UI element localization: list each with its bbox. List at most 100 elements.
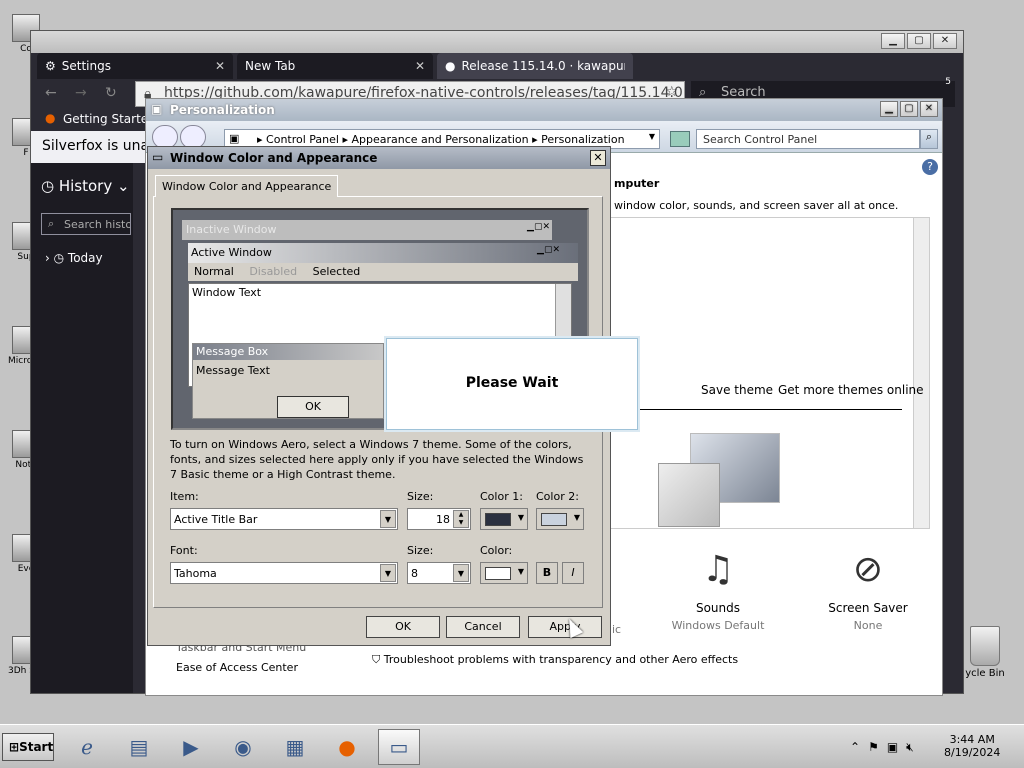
preview-active-window[interactable]: Active Window ▁▢✕ [188,243,578,263]
forward-icon[interactable]: → [75,85,87,101]
taskbar-firefox[interactable]: ● [326,729,368,765]
windows-logo-icon: ⊞ [9,740,20,754]
preview-menu: Normal Disabled Selected [188,263,578,281]
github-icon: ● [445,59,456,73]
preview-menu-disabled[interactable]: Disabled [249,265,297,278]
tab-new-tab[interactable]: New Tab ✕ [237,53,433,79]
music-notes-icon: ♫ [701,549,735,590]
search-icon: ⌕ [48,217,55,230]
close-tab-icon[interactable]: ✕ [215,59,225,73]
cancel-button[interactable]: Cancel [446,616,520,638]
chevron-right-icon: › [45,251,54,265]
size-label: Size: [407,490,434,503]
folder-icon: ▤ [129,735,149,759]
spin-icon[interactable]: ▲ ▼ [453,510,469,528]
page-heading: mputer [614,177,660,190]
theme-thumbnail-selected[interactable] [658,463,720,527]
font-size-select[interactable]: 8 ▼ [407,562,471,584]
taskbar-app[interactable]: ◉ [222,729,264,765]
themes-scrollbar[interactable] [913,218,929,528]
tab-count-badge: 5 [945,77,951,87]
chevron-down-icon: ▼ [517,567,524,576]
gear-icon: ⚙ [45,59,56,73]
close-button[interactable]: ✕ [920,101,938,117]
save-theme-link[interactable]: Save theme [701,383,773,397]
please-wait-text: Please Wait [465,375,559,391]
tab-settings[interactable]: ⚙ Settings ✕ [37,53,233,79]
close-button[interactable]: ✕ [933,33,957,49]
color1-label: Color 1: [480,490,523,503]
control-panel-search-input[interactable]: Search Control Panel [696,129,920,149]
history-sidebar: ◷ History ⌄ ⌕ Search histor › ◷ Today [31,163,133,693]
tab-window-color[interactable]: Window Color and Appearance [155,175,339,197]
recycle-bin[interactable]: ycle Bin [960,626,1010,679]
back-icon[interactable]: ← [45,85,57,101]
color2-label: Color 2: [536,490,579,503]
chevron-down-icon: ⌄ [117,177,130,195]
get-more-themes-link[interactable]: Get more themes online [778,383,924,397]
color2-swatch [541,513,567,526]
item-select[interactable]: Active Title Bar ▼ [170,508,398,530]
preview-menu-normal[interactable]: Normal [194,265,234,278]
taskbar: ⊞Start ℯ ▤ ▶ ◉ ▦ ● ▭ ⌃ ⚑ ▣ 🔇︎ 3:44 AM 8/… [0,724,1024,768]
troubleshoot-link[interactable]: ⛉ Troubleshoot problems with transparenc… [372,653,738,667]
page-subtitle: window color, sounds, and screen saver a… [614,199,899,212]
minimize-button[interactable]: ▁ [880,101,898,117]
size-stepper[interactable]: 18 ▲ ▼ [407,508,471,530]
volume-muted-icon[interactable]: 🔇︎ [906,740,914,755]
sidebar-title[interactable]: ◷ History ⌄ [41,177,130,195]
bookmark-getting-started[interactable]: Getting Started [63,112,156,126]
taskbar-explorer[interactable]: ▤ [118,729,160,765]
italic-button[interactable]: I [562,562,584,584]
font-select[interactable]: Tahoma ▼ [170,562,398,584]
chevron-down-icon: ▼ [380,510,396,528]
color1-button[interactable]: ▼ [480,508,528,530]
internet-explorer-icon: ℯ [81,735,93,759]
preview-window-buttons-icon: ▁▢✕ [537,245,560,255]
flag-icon[interactable]: ⚑ [868,740,879,754]
chevron-down-icon[interactable]: ▼ [649,132,655,141]
color1-swatch [485,513,511,526]
clock[interactable]: 3:44 AM 8/19/2024 [944,733,1000,759]
clock-icon: ◷ [41,177,59,195]
chevron-down-icon: ▼ [573,513,580,522]
maximize-button[interactable]: ▢ [900,101,918,117]
network-icon[interactable]: ▣ [887,740,898,754]
preview-window-buttons-icon: ▁▢✕ [527,222,550,232]
ease-of-access-link[interactable]: Ease of Access Center [176,661,298,674]
taskbar-display-settings[interactable]: ▭ [378,729,420,765]
start-button[interactable]: ⊞Start [2,733,54,761]
font-color-button[interactable]: ▼ [480,562,528,584]
close-tab-icon[interactable]: ✕ [415,59,425,73]
ok-button[interactable]: OK [366,616,440,638]
please-wait-dialog: Please Wait [386,338,638,430]
history-search-input[interactable]: ⌕ Search histor [41,213,131,235]
maximize-button[interactable]: ▢ [907,33,931,49]
history-today[interactable]: › ◷ Today [45,251,103,265]
reload-icon[interactable]: ↻ [105,85,117,101]
font-color-label: Color: [480,544,513,557]
search-icon[interactable]: ⌕ [920,129,938,149]
font-color-swatch [485,567,511,580]
preview-inactive-window[interactable]: Inactive Window ▁▢✕ [182,220,552,240]
item-label: Item: [170,490,199,503]
minimize-button[interactable]: ▁ [881,33,905,49]
refresh-icon[interactable] [670,131,690,147]
firefox-icon: ● [338,735,356,759]
notification-bar: Silverfox is unab [31,131,151,163]
screen-saver-button[interactable]: ⊘ Screen Saver None [818,547,918,632]
sounds-button[interactable]: ♫ Sounds Windows Default [668,547,768,632]
color2-button[interactable]: ▼ [536,508,584,530]
preview-ok-button[interactable]: OK [277,396,349,418]
preview-menu-selected[interactable]: Selected [313,265,361,278]
taskbar-media-player[interactable]: ▶ [170,729,212,765]
show-hidden-icons-icon[interactable]: ⌃ [850,740,860,754]
help-icon[interactable]: ? [922,159,938,175]
monitor-icon: ▭ [152,150,164,164]
taskbar-control-panel[interactable]: ▦ [274,729,316,765]
preview-message-box[interactable]: Message Box Message Text OK [192,343,384,419]
taskbar-internet-explorer[interactable]: ℯ [66,729,108,765]
tab-release[interactable]: ● Release 115.14.0 · kawapure [437,53,633,79]
close-button[interactable]: ✕ [590,150,606,166]
bold-button[interactable]: B [536,562,558,584]
